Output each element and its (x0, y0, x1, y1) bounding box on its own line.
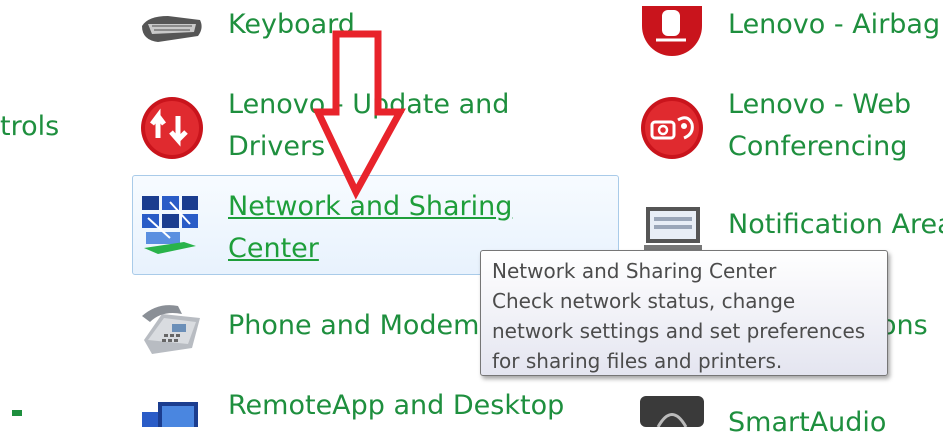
network-sharing-tooltip: Network and Sharing Center Check network… (480, 250, 888, 376)
tooltip-line-3: for sharing files and printers. (492, 349, 783, 373)
lenovo-update-icon[interactable] (138, 94, 206, 162)
sidebar-partial-mark (12, 410, 22, 416)
annotation-arrow-down-icon (312, 30, 406, 200)
network-sharing-link-line2[interactable]: Center (228, 228, 319, 270)
network-sharing-icon[interactable] (140, 194, 200, 256)
lenovo-airbag-icon[interactable] (640, 6, 704, 58)
keyboard-icon[interactable] (138, 12, 204, 44)
item-smartaudio[interactable]: SmartAudio (728, 402, 886, 444)
lenovo-web-conferencing-icon[interactable] (638, 94, 706, 162)
tooltip-line-2: network settings and set preferences (492, 319, 866, 343)
item-lenovo-web-line1[interactable]: Lenovo - Web (728, 84, 911, 126)
tooltip-title: Network and Sharing Center (492, 259, 777, 283)
notification-area-icon[interactable] (642, 205, 704, 250)
item-remoteapp[interactable]: RemoteApp and Desktop (228, 385, 564, 427)
remoteapp-icon[interactable] (138, 396, 204, 427)
item-lenovo-web-line2[interactable]: Conferencing (728, 126, 907, 168)
smartaudio-icon[interactable] (640, 396, 704, 427)
item-notification-area[interactable]: Notification Area (728, 204, 943, 246)
item-phone-modem[interactable]: Phone and Modem (228, 305, 479, 347)
item-lenovo-airbag[interactable]: Lenovo - Airbag (728, 4, 940, 46)
phone-modem-icon[interactable] (138, 300, 204, 358)
tooltip-line-1: Check network status, change (492, 289, 796, 313)
sidebar-partial-label[interactable]: trols (0, 106, 59, 148)
